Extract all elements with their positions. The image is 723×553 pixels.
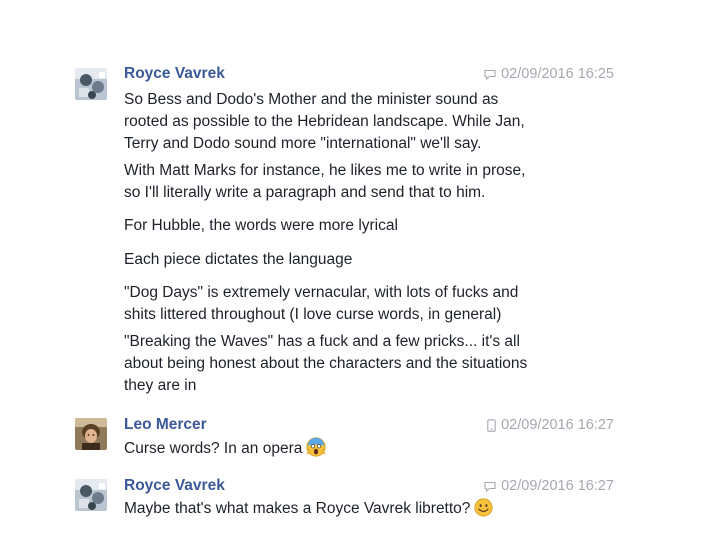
message-paragraph: "Dog Days" is extremely vernacular, with… (124, 282, 594, 326)
message-paragraph: For Hubble, the words were more lyrical (124, 215, 594, 237)
message-paragraph: "Breaking the Waves" has a fuck and a fe… (124, 331, 594, 397)
chat-bubble-icon (484, 481, 496, 492)
message-text: so I'll literally write a paragraph and … (124, 184, 486, 201)
message-text: shits littered throughout (I love curse … (124, 306, 502, 323)
message-text: rooted as possible to the Hebridean land… (124, 113, 525, 130)
message-paragraph: Maybe that's what makes a Royce Vavrek l… (124, 498, 594, 520)
avatar-royce-vavrek[interactable] (75, 479, 107, 511)
mobile-phone-icon (487, 418, 496, 432)
timestamp: 02/09/2016 16:25 (501, 66, 614, 82)
message-paragraph: Curse words? In an opera (124, 437, 594, 460)
sender-name[interactable]: Leo Mercer (124, 416, 207, 434)
message-paragraph: With Matt Marks for instance, he likes m… (124, 160, 594, 204)
sender-name[interactable]: Royce Vavrek (124, 477, 225, 495)
avatar-image (75, 418, 107, 450)
message-text: So Bess and Dodo's Mother and the minist… (124, 91, 499, 108)
message-text: For Hubble, the words were more lyrical (124, 217, 398, 234)
screaming-in-fear-emoji (306, 437, 326, 457)
message-text: they are in (124, 377, 197, 394)
chat-bubble-icon (484, 69, 496, 80)
message-text: about being honest about the characters … (124, 355, 528, 372)
avatar-royce-vavrek[interactable] (75, 68, 107, 100)
message-text: Terry and Dodo sound more "international… (124, 135, 482, 152)
message-line: Maybe that's what makes a Royce Vavrek l… (124, 498, 594, 520)
message-meta: 02/09/2016 16:27 (480, 478, 614, 494)
message-text: With Matt Marks for instance, he likes m… (124, 162, 526, 179)
message-text: "Breaking the Waves" has a fuck and a fe… (124, 333, 520, 350)
message-text: Each piece dictates the language (124, 251, 353, 268)
message-paragraph: So Bess and Dodo's Mother and the minist… (124, 89, 594, 155)
timestamp: 02/09/2016 16:27 (501, 478, 614, 494)
avatar-image (75, 68, 107, 100)
message-text: Curse words? In an opera (124, 440, 303, 457)
smiling-face-emoji (474, 498, 494, 517)
sender-name[interactable]: Royce Vavrek (124, 65, 225, 83)
avatar-leo-mercer[interactable] (75, 418, 107, 450)
message-meta: 02/09/2016 16:25 (480, 66, 614, 82)
message-text: Maybe that's what makes a Royce Vavrek l… (124, 500, 471, 517)
message-meta: 02/09/2016 16:27 (480, 417, 614, 433)
message-paragraph: Each piece dictates the language (124, 249, 594, 271)
avatar-image (75, 479, 107, 511)
timestamp: 02/09/2016 16:27 (501, 417, 614, 433)
message-line: Curse words? In an opera (124, 437, 594, 460)
message-text: "Dog Days" is extremely vernacular, with… (124, 284, 519, 301)
